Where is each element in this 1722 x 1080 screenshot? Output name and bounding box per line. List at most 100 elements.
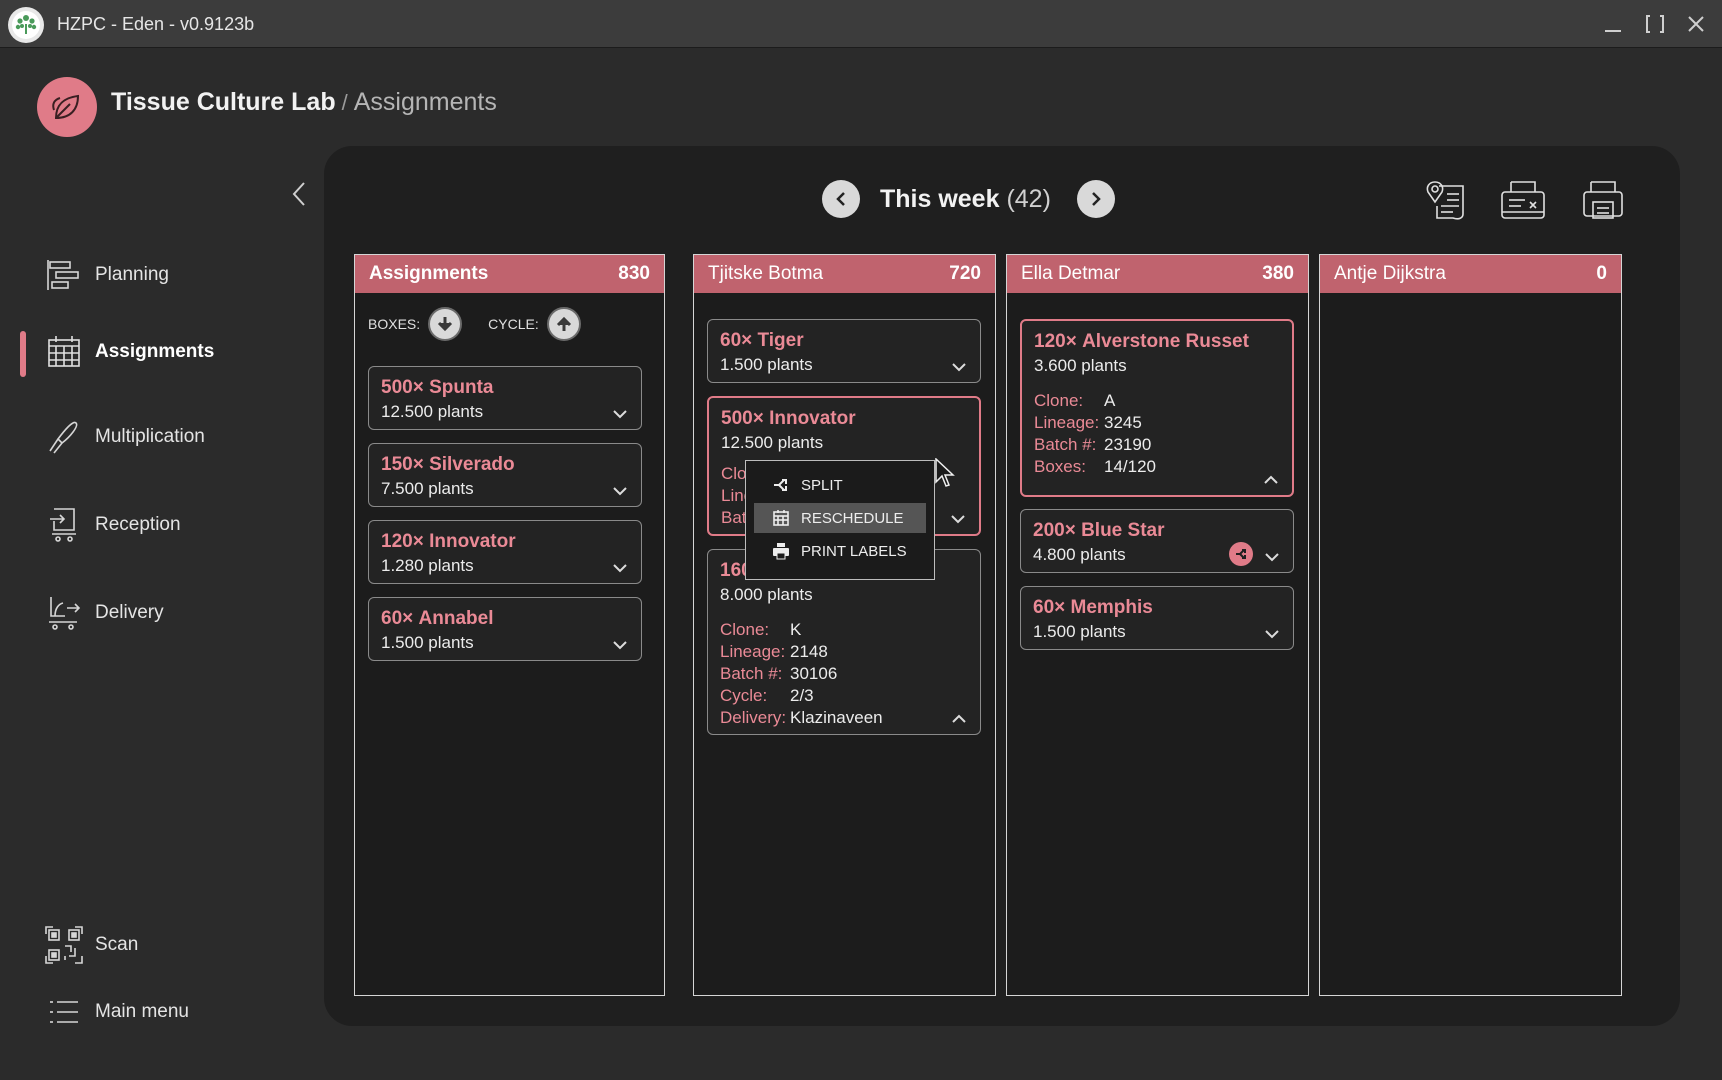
printer-icon bbox=[1583, 181, 1623, 219]
card-details: Clone: K Lineage: 2148 Batch #: 30106 Cycle… bbox=[720, 619, 968, 729]
assignment-card[interactable]: 60× Annabel 1.500 plants bbox=[368, 597, 642, 661]
menu-item-label: SPLIT bbox=[801, 476, 843, 494]
card-qty: 120× bbox=[1034, 331, 1077, 352]
detail-value: 23190 bbox=[1104, 435, 1152, 454]
assignment-card[interactable]: 120× Innovator 1.280 plants bbox=[368, 520, 642, 584]
detail-value: 14/120 bbox=[1104, 457, 1156, 476]
detail-key: Lineage: bbox=[720, 642, 786, 661]
sidebar-item-label: Assignments bbox=[95, 341, 215, 362]
chevron-down-icon[interactable] bbox=[1263, 625, 1281, 643]
detail-value: Klazinaveen bbox=[790, 708, 883, 727]
assignment-card[interactable]: 150× Silverado 7.500 plants bbox=[368, 443, 642, 507]
week-label: This week (42) bbox=[880, 185, 1051, 214]
card-plants: 12.500 plants bbox=[721, 433, 824, 452]
print-button[interactable] bbox=[1578, 175, 1628, 225]
menu-item-label: RESCHEDULE bbox=[801, 509, 904, 527]
column-title: Ella Detmar bbox=[1021, 263, 1121, 284]
sidebar-item-label: Multiplication bbox=[95, 426, 205, 447]
app-logo-icon bbox=[8, 7, 44, 43]
sidebar-item-multiplication[interactable]: Multiplication bbox=[44, 417, 304, 457]
chevron-down-icon[interactable] bbox=[949, 510, 967, 528]
sidebar-item-assignments[interactable]: Assignments bbox=[44, 332, 304, 372]
breadcrumb-lab[interactable]: Tissue Culture Lab bbox=[111, 88, 336, 116]
assignment-card[interactable]: 60× Memphis 1.500 plants bbox=[1020, 586, 1294, 650]
card-plants: 1.280 plants bbox=[381, 556, 474, 575]
calendar-icon bbox=[771, 508, 791, 528]
sidebar-item-planning[interactable]: Planning bbox=[44, 255, 304, 295]
sidebar-item-delivery[interactable]: Delivery bbox=[44, 593, 304, 633]
calendar-grid-icon bbox=[44, 332, 84, 372]
map-pin-list-button[interactable] bbox=[1420, 175, 1470, 225]
column-title: Tjitske Botma bbox=[708, 263, 824, 284]
week-navigator: This week (42) bbox=[822, 180, 1115, 218]
chevron-up-icon[interactable] bbox=[950, 710, 968, 728]
chevron-down-icon[interactable] bbox=[950, 358, 968, 376]
chevron-down-icon[interactable] bbox=[611, 405, 629, 423]
card-qty: 60× bbox=[1033, 597, 1066, 618]
sidebar-item-label: Planning bbox=[95, 264, 169, 285]
column-count: 380 bbox=[1262, 263, 1294, 284]
context-menu: SPLIT RESCHEDULE PRINT LABELS bbox=[745, 460, 935, 580]
next-week-button[interactable] bbox=[1076, 180, 1115, 218]
sidebar-item-label: Scan bbox=[95, 934, 139, 955]
card-plants: 1.500 plants bbox=[381, 633, 474, 652]
card-title: 200× Blue Star bbox=[1033, 520, 1281, 542]
card-plants: 1.500 plants bbox=[720, 355, 813, 374]
assignment-card-expanded[interactable]: 120× Alverstone Russet 3.600 plants Clon… bbox=[1020, 319, 1294, 497]
card-plants: 12.500 plants bbox=[381, 402, 484, 421]
detail-value: 2148 bbox=[790, 642, 828, 661]
breadcrumb-page: Assignments bbox=[353, 88, 497, 116]
sort-boxes-button[interactable] bbox=[428, 307, 463, 341]
detail-key: Lineage: bbox=[1034, 413, 1100, 432]
planning-icon bbox=[44, 255, 84, 295]
card-plants: 3.600 plants bbox=[1034, 356, 1127, 375]
title-bar: HZPC - Eden - v0.9123b bbox=[0, 0, 1722, 48]
breadcrumb-separator: / bbox=[341, 90, 348, 115]
column-header: Antje Dijkstra 0 bbox=[1320, 255, 1621, 293]
sidebar-item-reception[interactable]: Reception bbox=[44, 505, 304, 545]
sort-cycle-button[interactable] bbox=[546, 307, 581, 341]
menu-item-reschedule[interactable]: RESCHEDULE bbox=[754, 503, 926, 533]
maximize-icon[interactable] bbox=[1641, 10, 1669, 38]
detail-key: Clone: bbox=[720, 620, 770, 639]
label-printer-icon bbox=[1501, 181, 1545, 219]
chevron-up-icon[interactable] bbox=[1262, 471, 1280, 489]
menu-item-print-labels[interactable]: PRINT LABELS bbox=[754, 536, 926, 566]
card-name: Blue Star bbox=[1081, 520, 1165, 541]
chevron-down-icon[interactable] bbox=[1263, 548, 1281, 566]
chevron-down-icon[interactable] bbox=[611, 559, 629, 577]
sidebar-item-scan[interactable]: Scan bbox=[44, 925, 304, 965]
card-name: Alverstone Russet bbox=[1082, 331, 1249, 352]
active-nav-indicator bbox=[20, 331, 26, 377]
chevron-down-icon[interactable] bbox=[611, 482, 629, 500]
assignment-card[interactable]: 60× Tiger 1.500 plants bbox=[707, 319, 981, 383]
menu-item-split[interactable]: SPLIT bbox=[754, 470, 926, 500]
menu-icon bbox=[44, 992, 84, 1032]
card-qty: 200× bbox=[1033, 520, 1076, 541]
split-icon bbox=[771, 475, 791, 495]
sort-cycle-label: CYCLE: bbox=[488, 316, 539, 332]
close-icon[interactable] bbox=[1682, 10, 1710, 38]
detail-value: A bbox=[1104, 391, 1116, 410]
collapse-sidebar-button[interactable] bbox=[285, 180, 313, 208]
card-title: 120× Alverstone Russet bbox=[1034, 331, 1280, 353]
card-title: 60× Memphis bbox=[1033, 597, 1281, 619]
assignment-card[interactable]: 200× Blue Star 4.800 plants bbox=[1020, 509, 1294, 573]
map-pin-list-icon bbox=[1426, 181, 1464, 220]
card-qty: 150× bbox=[381, 454, 424, 475]
column-header: Ella Detmar 380 bbox=[1007, 255, 1308, 293]
card-plants: 8.000 plants bbox=[720, 585, 813, 604]
previous-week-button[interactable] bbox=[822, 180, 860, 218]
label-printer-button[interactable] bbox=[1498, 175, 1548, 225]
detail-key: Clone: bbox=[1034, 391, 1084, 410]
column-tjitske-botma: Tjitske Botma 720 60× Tiger 1.500 plants… bbox=[693, 254, 996, 996]
assignment-card[interactable]: 500× Spunta 12.500 plants bbox=[368, 366, 642, 430]
minimize-icon[interactable] bbox=[1599, 10, 1627, 38]
card-title: 60× Tiger bbox=[720, 330, 968, 352]
qr-icon bbox=[44, 925, 84, 965]
detail-key: Cycle: bbox=[720, 686, 768, 705]
sidebar-item-main-menu[interactable]: Main menu bbox=[44, 992, 304, 1032]
column-header: Tjitske Botma 720 bbox=[694, 255, 995, 293]
chevron-down-icon[interactable] bbox=[611, 636, 629, 654]
column-count: 0 bbox=[1596, 263, 1607, 284]
